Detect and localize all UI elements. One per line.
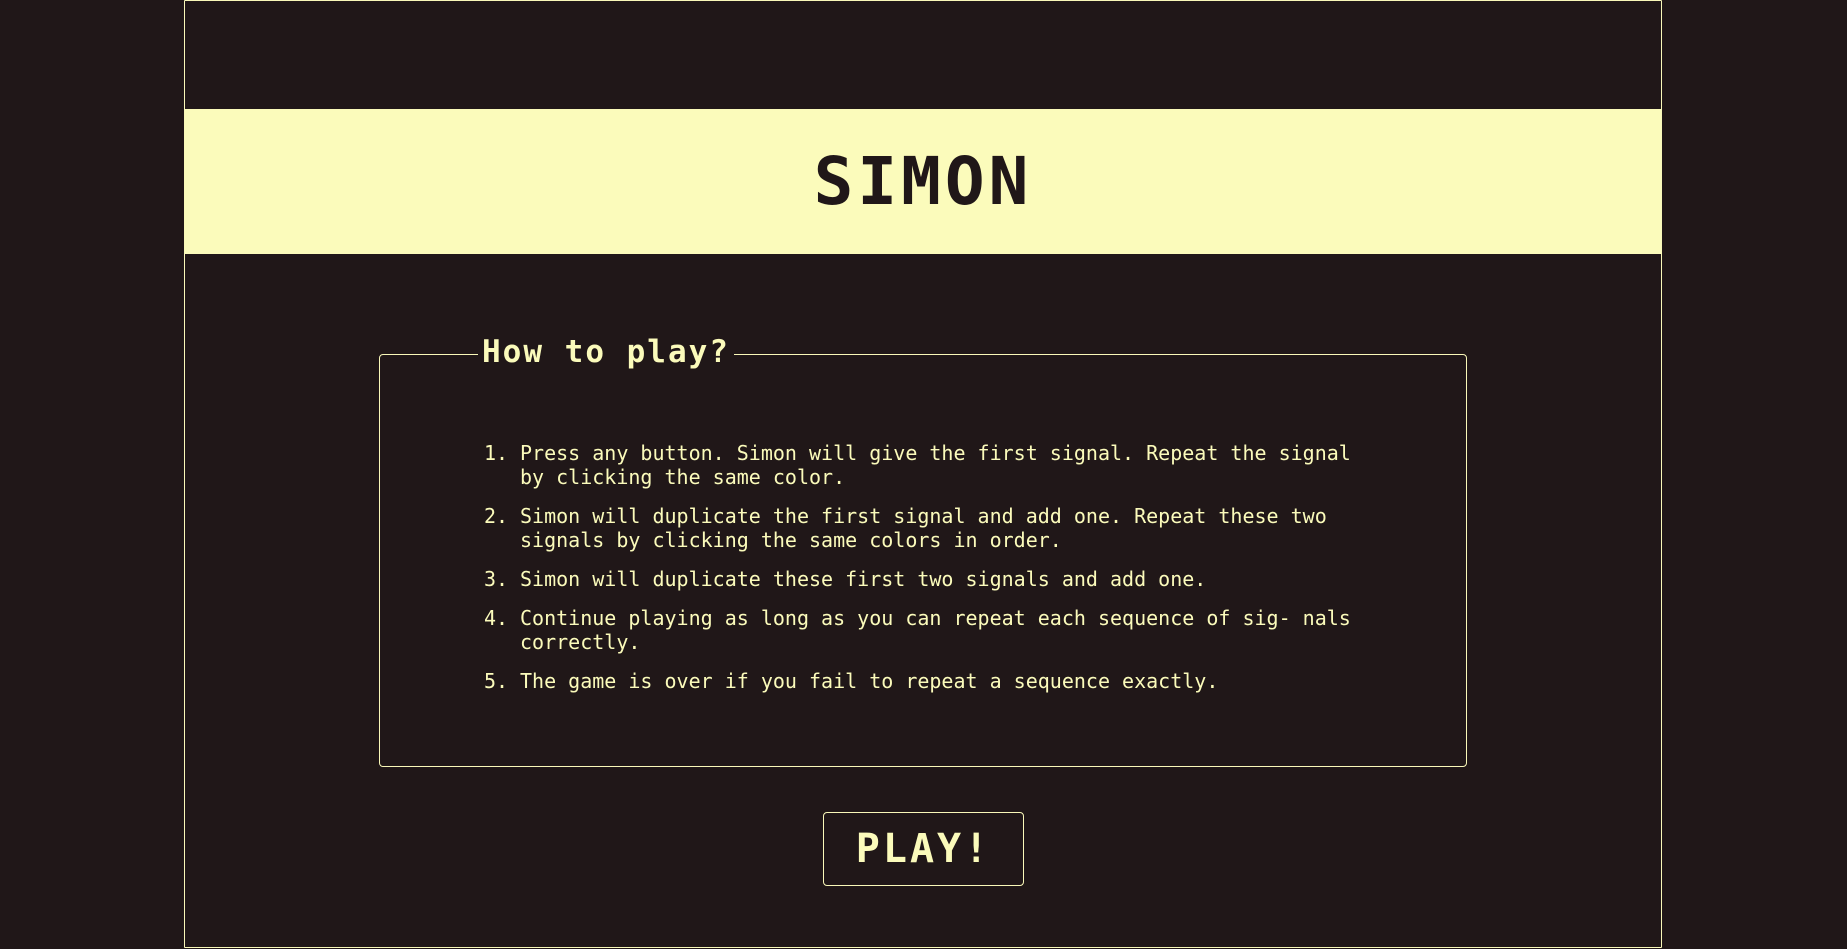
step-text: Continue playing as long as you can repe… bbox=[520, 606, 1351, 654]
instruction-step: 4. Continue playing as long as you can r… bbox=[484, 606, 1364, 654]
instruction-step: 1. Press any button. Simon will give the… bbox=[484, 441, 1364, 489]
step-text: Press any button. Simon will give the fi… bbox=[520, 441, 1351, 489]
step-number: 5. bbox=[484, 669, 509, 693]
how-to-play-panel: How to play? 1. Press any button. Simon … bbox=[379, 335, 1467, 767]
step-number: 4. bbox=[484, 606, 509, 630]
title-banner: SIMON bbox=[185, 109, 1661, 254]
step-number: 2. bbox=[484, 504, 509, 528]
how-to-play-heading: How to play? bbox=[478, 335, 734, 369]
game-title: SIMON bbox=[813, 142, 1033, 220]
instruction-step: 3. Simon will duplicate these first two … bbox=[484, 567, 1364, 591]
instructions-list: 1. Press any button. Simon will give the… bbox=[484, 441, 1364, 708]
game-frame: SIMON How to play? 1. Press any button. … bbox=[184, 0, 1662, 948]
instruction-step: 5. The game is over if you fail to repea… bbox=[484, 669, 1364, 693]
step-number: 3. bbox=[484, 567, 509, 591]
instruction-step: 2. Simon will duplicate the first signal… bbox=[484, 504, 1364, 552]
step-number: 1. bbox=[484, 441, 509, 465]
play-button[interactable]: PLAY! bbox=[823, 812, 1024, 886]
step-text: Simon will duplicate the first signal an… bbox=[520, 504, 1327, 552]
step-text: Simon will duplicate these first two sig… bbox=[520, 567, 1207, 591]
step-text: The game is over if you fail to repeat a… bbox=[520, 669, 1219, 693]
